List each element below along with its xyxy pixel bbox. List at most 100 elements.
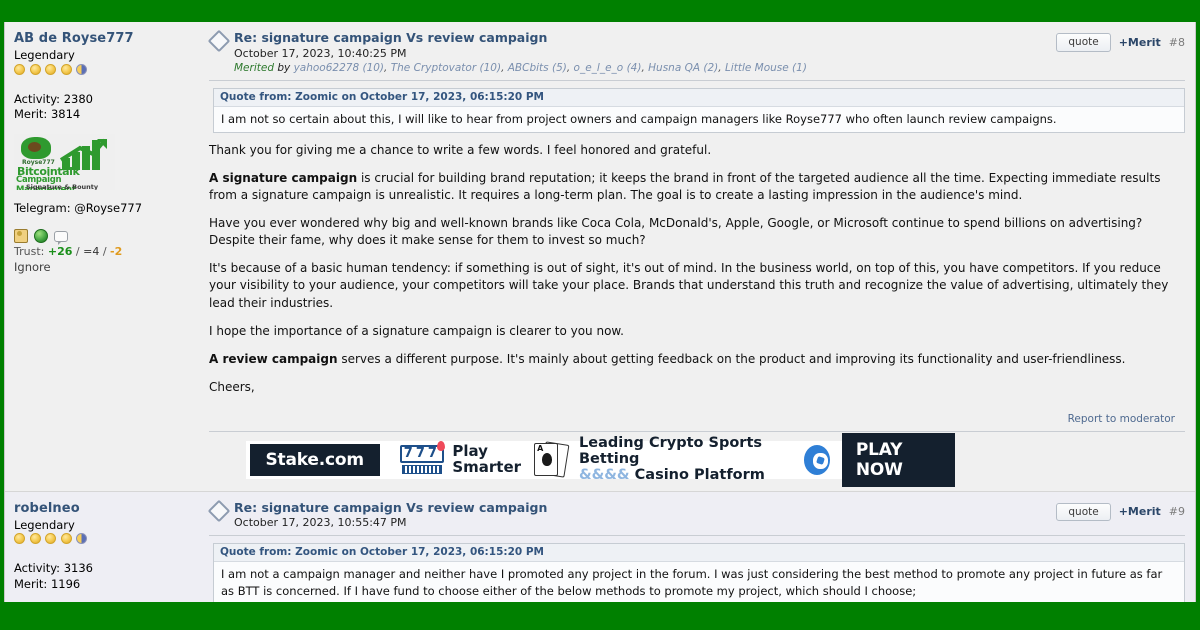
message-icon[interactable] <box>54 231 68 246</box>
post-content: Re: signature campaign Vs review campaig… <box>201 492 1195 602</box>
trust-sep-1: / <box>75 245 80 259</box>
merited-label: Merited <box>234 61 274 74</box>
star-icon <box>45 63 56 75</box>
post-paragraph: It's because of a basic human tendency: … <box>209 261 1169 310</box>
add-merit-button[interactable]: +Merit <box>1119 36 1161 49</box>
royse-sig-line4: Signature & Bounty <box>26 182 99 190</box>
post-subject[interactable]: Re: signature campaign Vs review campaig… <box>234 500 1056 516</box>
post-content: Re: signature campaign Vs review campaig… <box>201 22 1195 432</box>
banner-brand: Stake.com <box>249 443 380 476</box>
merited-by-list[interactable]: yahoo62278 (10), The Cryptovator (10), A… <box>294 62 807 74</box>
post-paragraph: A review campaign serves a different pur… <box>209 351 1126 366</box>
banner-play-line2: Smarter <box>452 457 522 476</box>
merited-by-line: Merited by yahoo62278 (10), The Cryptova… <box>234 62 1056 74</box>
slot-pin-icon <box>437 440 446 451</box>
banner-cta-button[interactable]: PLAY NOW <box>841 432 955 487</box>
quote-source-header[interactable]: Quote from: Zoomic on October 17, 2023, … <box>214 88 1184 107</box>
growth-arrow-icon <box>60 138 107 162</box>
header-divider <box>209 79 1185 81</box>
poster-rank: Legendary <box>14 517 75 532</box>
royse-campaign-banner-image: Royse777 Bitcointalk Campaign Management… <box>14 133 115 190</box>
post-header: Re: signature campaign Vs review campaig… <box>207 499 1185 530</box>
star-icon <box>60 63 72 75</box>
poster-telegram: Telegram: @Royse777 <box>14 200 143 215</box>
poster-username[interactable]: AB de Royse777 <box>14 31 193 47</box>
stake-banner[interactable]: Stake.com 777 Play Smarter Leading Crypt… <box>245 432 955 487</box>
trust-summary[interactable]: Trust: +26 / =4 / -2 <box>14 245 193 259</box>
advertisement-banner-wrap: Stake.com 777 Play Smarter Leading Crypt… <box>5 431 1195 489</box>
trust-positive: +26 <box>47 245 73 259</box>
report-to-moderator-link[interactable]: Report to moderator <box>209 407 1185 425</box>
quote-source-header[interactable]: Quote from: Zoomic on October 17, 2023, … <box>214 544 1184 563</box>
star-icon <box>14 533 25 545</box>
ace-of-spades-icon <box>534 442 559 476</box>
royse-logo-blob <box>21 136 51 159</box>
add-merit-button[interactable]: +Merit <box>1119 505 1161 518</box>
post-paragraph: Cheers, <box>209 379 255 394</box>
trust-neutral: =4 <box>83 245 100 259</box>
website-icon[interactable] <box>34 229 48 244</box>
poster-stats: Activity: 2380 Merit: 3814 <box>14 92 193 123</box>
banner-headline-amp: &&&& <box>579 466 630 483</box>
post-row: robelneo Legendary Activity: 3136 Merit:… <box>5 491 1195 602</box>
poster-rank: Legendary <box>14 48 75 63</box>
merited-by-user[interactable]: The Cryptovator (10) <box>391 62 501 74</box>
bottom-green-bar <box>0 602 1200 630</box>
merited-by-user[interactable]: o_e_l_e_o (4) <box>574 62 642 74</box>
merited-by-user[interactable]: Little Mouse (1) <box>725 62 807 74</box>
post-header-text: Re: signature campaign Vs review campaig… <box>234 500 1056 530</box>
slot-machine-icon: 777 <box>398 440 446 477</box>
ignore-link[interactable]: Ignore <box>14 260 193 274</box>
quoted-post-block: Quote from: Zoomic on October 17, 2023, … <box>213 87 1185 134</box>
post-datetime: October 17, 2023, 10:40:25 PM <box>234 46 407 60</box>
quote-body: I am not a campaign manager and neither … <box>214 562 1184 602</box>
post-header-actions: quote +Merit #9 <box>1056 500 1185 522</box>
star-half-icon <box>76 533 87 545</box>
post-paragraph-bold-lead: A review campaign <box>209 351 338 366</box>
merited-by-label: by <box>277 61 291 74</box>
post-number[interactable]: #8 <box>1169 36 1185 49</box>
quote-button[interactable]: quote <box>1056 502 1111 522</box>
message-diamond-icon <box>207 499 231 522</box>
slot-base <box>401 464 442 474</box>
star-icon <box>14 63 25 75</box>
banner-headline: Leading Crypto Sports Betting &&&& Casin… <box>579 435 792 484</box>
post-number[interactable]: #9 <box>1169 505 1185 518</box>
banner-play-smarter: Play Smarter <box>452 443 522 476</box>
trust-sep-2: / <box>102 245 107 259</box>
rank-stars <box>14 533 193 545</box>
poster-action-icons <box>14 229 193 246</box>
profile-icon[interactable] <box>14 229 28 244</box>
merit-label: Merit: 3814 <box>14 107 81 122</box>
post-paragraph: Have you ever wondered why big and well-… <box>209 216 1143 248</box>
star-half-icon <box>76 63 87 75</box>
top-green-bar <box>0 0 1200 22</box>
poster-username[interactable]: robelneo <box>14 501 193 517</box>
merited-by-user[interactable]: yahoo62278 (10) <box>294 62 384 74</box>
post-row: AB de Royse777 Legendary Activity: 2380 … <box>5 22 1195 432</box>
post-datetime: October 17, 2023, 10:55:47 PM <box>234 516 407 530</box>
merited-by-user[interactable]: ABCbits (5) <box>508 62 567 74</box>
trust-text-label: Trust: <box>14 245 45 259</box>
activity-label: Activity: 2380 <box>14 91 93 106</box>
quote-paragraph: I am not so certain about this, I will l… <box>221 111 1057 126</box>
banner-headline-line2: Casino Platform <box>634 466 765 483</box>
merited-by-user[interactable]: Husna QA (2) <box>648 62 718 74</box>
header-divider <box>209 535 1185 537</box>
quoted-post-block: Quote from: Zoomic on October 17, 2023, … <box>213 543 1185 602</box>
post-body: Thank you for giving me a chance to writ… <box>209 142 1185 395</box>
post-header: Re: signature campaign Vs review campaig… <box>207 29 1185 74</box>
quote-button[interactable]: quote <box>1056 33 1111 52</box>
star-icon <box>29 63 41 75</box>
rank-stars <box>14 63 193 75</box>
activity-label: Activity: 3136 <box>14 561 93 576</box>
playing-cards-icon <box>533 440 570 478</box>
star-icon <box>60 533 72 545</box>
page-root: AB de Royse777 Legendary Activity: 2380 … <box>0 0 1200 630</box>
post-paragraph: A signature campaign is crucial for buil… <box>209 171 1161 203</box>
thread-board: AB de Royse777 Legendary Activity: 2380 … <box>4 22 1196 602</box>
post-subject[interactable]: Re: signature campaign Vs review campaig… <box>234 30 1056 46</box>
post-header-actions: quote +Merit #8 <box>1056 30 1185 52</box>
soccer-ball-icon <box>803 444 830 475</box>
post-paragraph: Thank you for giving me a chance to writ… <box>209 143 712 158</box>
